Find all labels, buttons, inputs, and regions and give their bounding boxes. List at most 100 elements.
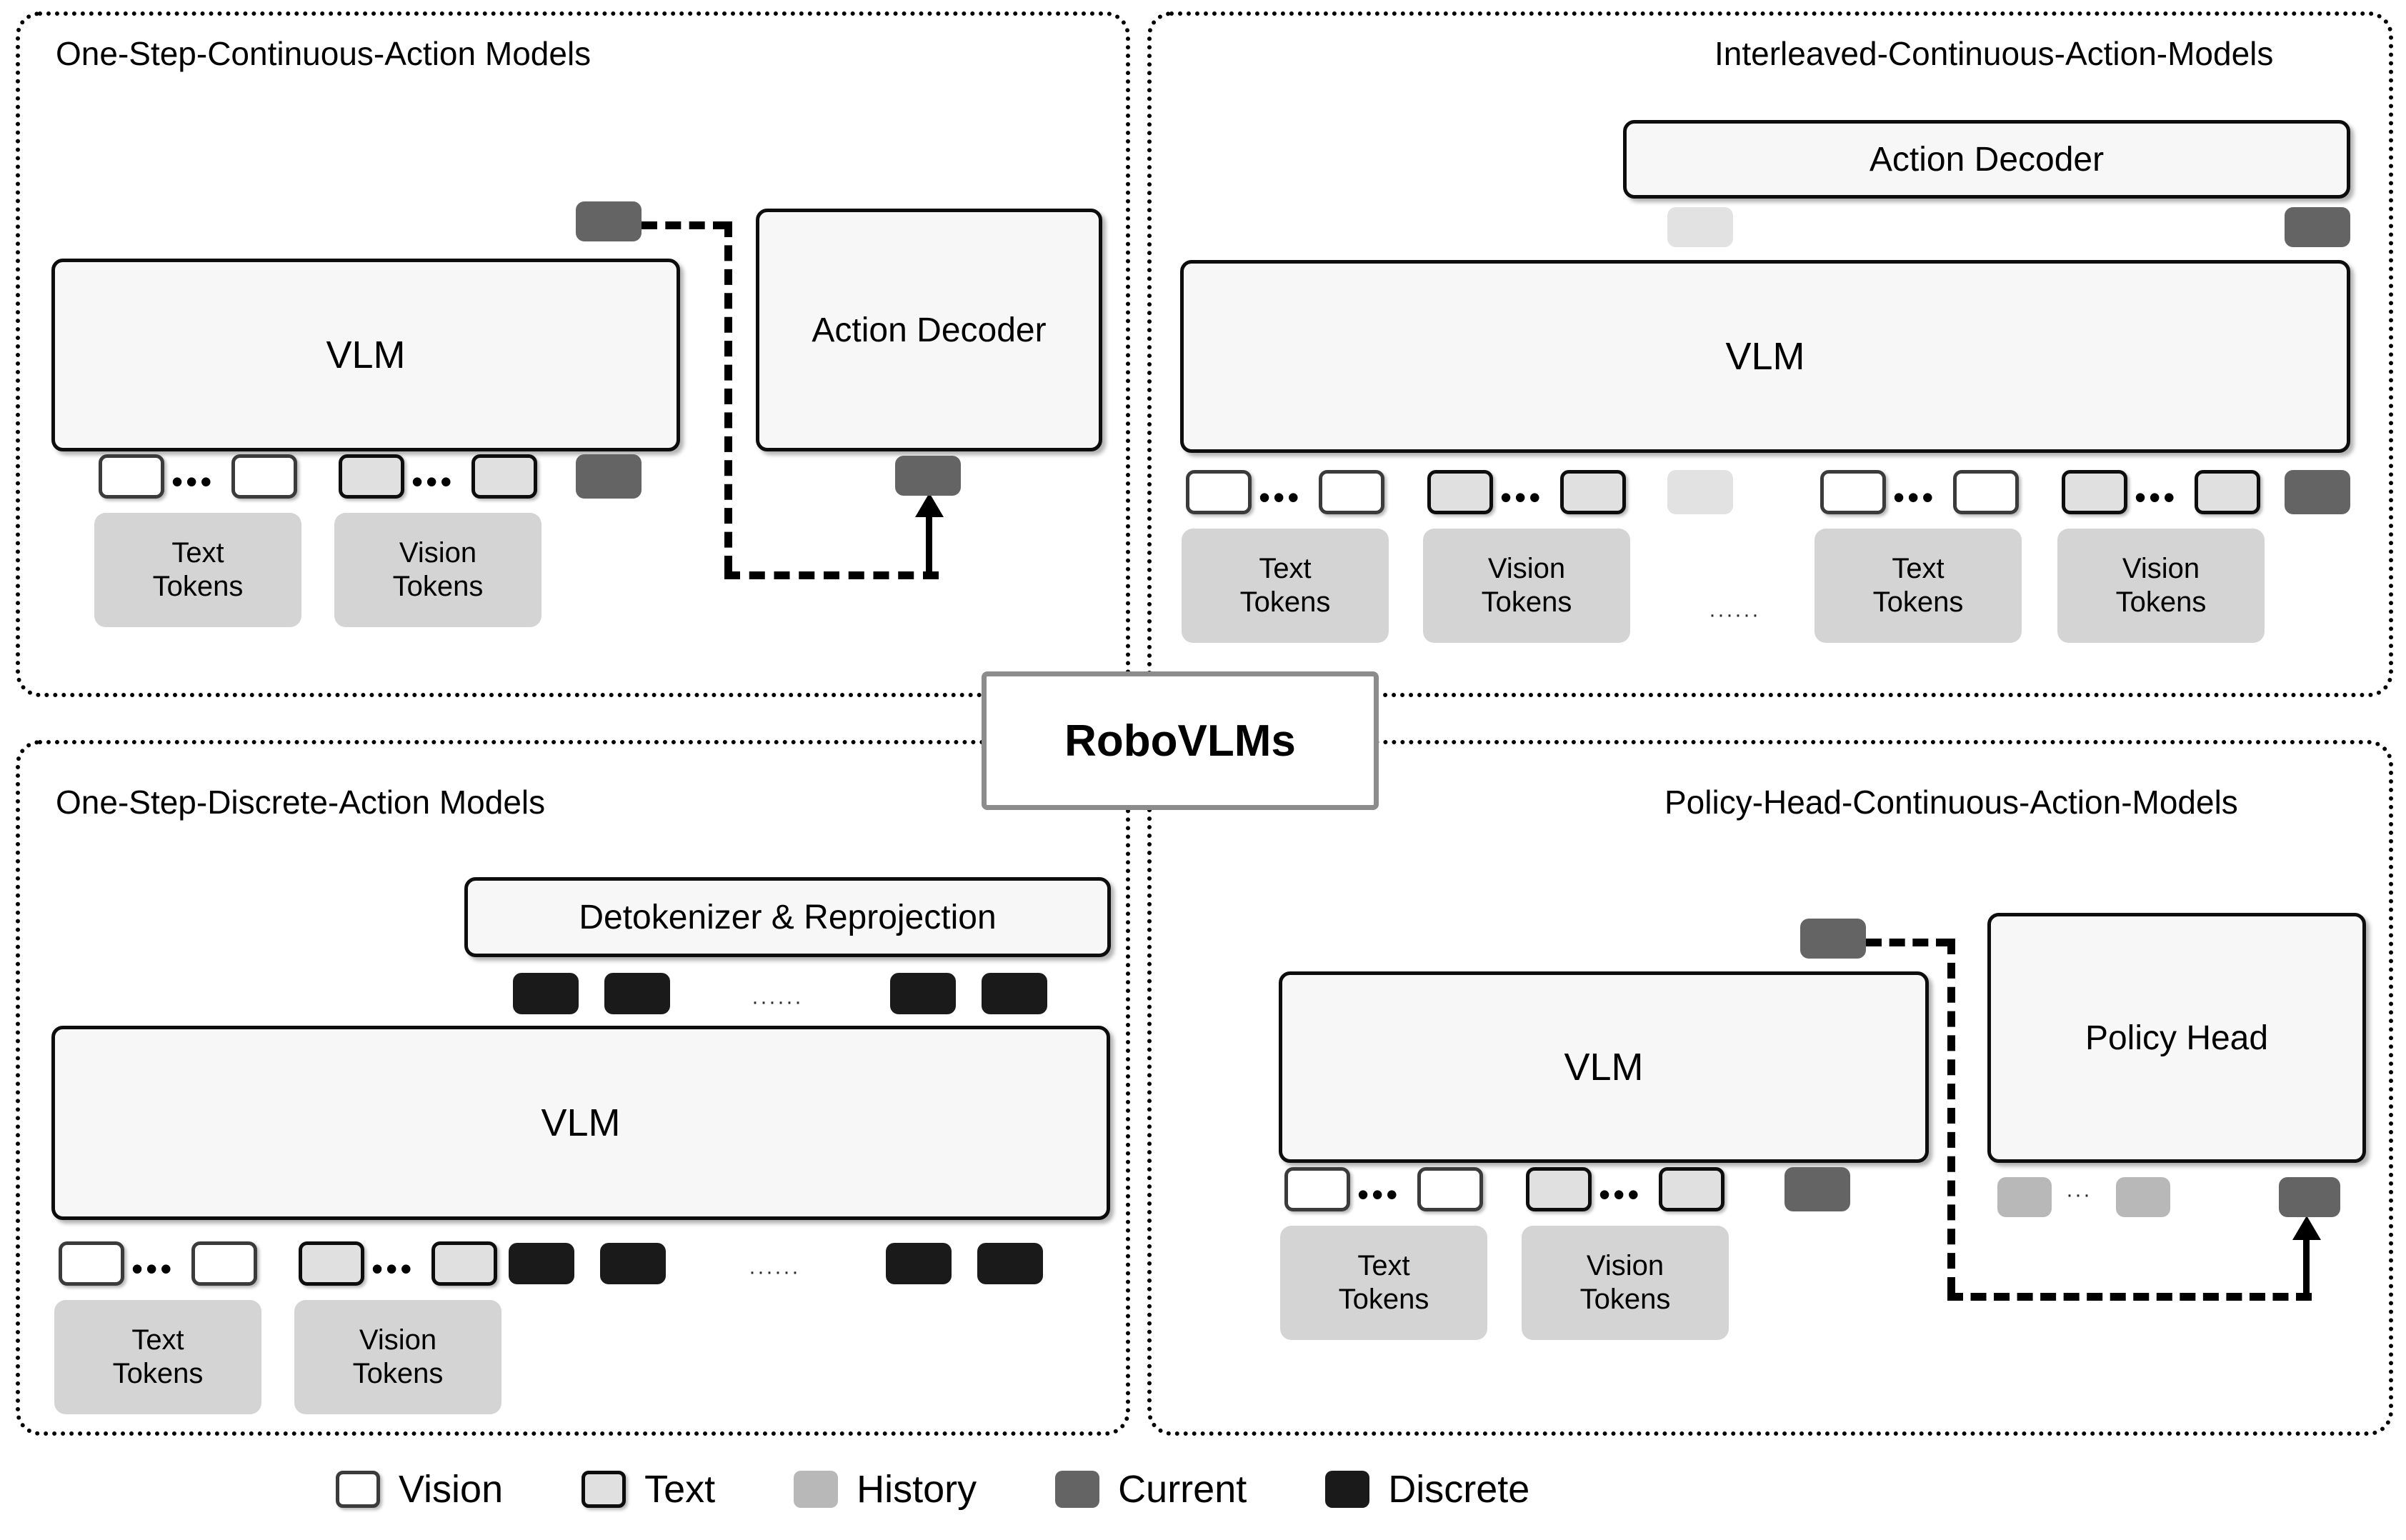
token-ellipsis-vision-bottom-right: ••• bbox=[1357, 1176, 1401, 1213]
token-text-1-top-left bbox=[339, 454, 404, 499]
arrow-decoder-output bbox=[915, 493, 944, 517]
plate-text-tokens-top-left: Text Tokens bbox=[94, 513, 301, 627]
vlm-box-top-left: VLM bbox=[51, 259, 680, 451]
token-current-policy-head bbox=[2279, 1177, 2340, 1217]
action-decoder-box-top-left: Action Decoder bbox=[756, 209, 1102, 451]
token-discrete-in-1-bottom-left bbox=[509, 1243, 574, 1284]
plate-line-1: Text bbox=[171, 536, 224, 569]
legend-label-current: Current bbox=[1118, 1468, 1247, 1511]
token-vision-2-bottom-right bbox=[1417, 1167, 1483, 1211]
legend-label-history: History bbox=[857, 1468, 977, 1511]
plate-line-2: Tokens bbox=[352, 1358, 444, 1389]
token-ellipsis-a-top-right: ••• bbox=[1259, 479, 1302, 516]
token-history-step-top-right bbox=[1667, 470, 1733, 514]
plate-text-tokens-1-top-right: Text Tokens bbox=[1182, 529, 1389, 643]
legend-item-text: Text bbox=[581, 1470, 794, 1509]
token-current-input-bottom-right bbox=[1784, 1167, 1850, 1211]
arrow-stem-decoder-output bbox=[926, 511, 932, 573]
plate-line-2: Tokens bbox=[1579, 1284, 1671, 1315]
vlm-box-bottom-right: VLM bbox=[1279, 971, 1929, 1163]
plate-text-tokens-bottom-right: Text Tokens bbox=[1280, 1226, 1487, 1340]
token-text-3-top-right bbox=[2062, 470, 2127, 514]
plate-line-1: Vision bbox=[359, 1324, 437, 1356]
token-discrete-in-4-bottom-left bbox=[977, 1243, 1043, 1284]
plate-line-2: Tokens bbox=[1338, 1284, 1429, 1315]
legend-label-text: Text bbox=[644, 1468, 716, 1511]
token-ellipsis-text-bottom-right: ••• bbox=[1599, 1176, 1642, 1213]
legend-label-discrete: Discrete bbox=[1388, 1468, 1530, 1511]
action-decoder-label: Action Decoder bbox=[812, 311, 1047, 349]
action-decoder-box-top-right: Action Decoder bbox=[1623, 120, 2350, 199]
token-ellipsis-c-top-right: ••• bbox=[1893, 479, 1937, 516]
plate-line-2: Tokens bbox=[1872, 586, 1964, 618]
vlm-label: VLM bbox=[1725, 335, 1805, 378]
token-vision-1-bottom-right bbox=[1284, 1167, 1350, 1211]
quadrant-title-policy-head-continuous: Policy-Head-Continuous-Action-Models bbox=[1664, 784, 2238, 821]
plate-text-tokens-2-top-right: Text Tokens bbox=[1815, 529, 2022, 643]
token-text-1-bottom-right bbox=[1526, 1167, 1592, 1211]
wire-policy-feed-vertical bbox=[1947, 939, 1955, 1293]
plate-line-1: Vision bbox=[1487, 552, 1566, 584]
token-text-2-bottom-left bbox=[431, 1241, 497, 1286]
plate-vision-tokens-2-top-right: Vision Tokens bbox=[2057, 529, 2265, 643]
robovlms-label: RoboVLMs bbox=[1064, 716, 1296, 766]
plate-line-2: Tokens bbox=[392, 571, 484, 602]
token-current-input-top-left bbox=[576, 454, 642, 499]
legend-item-current: Current bbox=[1055, 1470, 1325, 1509]
token-text-4-top-right bbox=[2195, 470, 2260, 514]
token-ellipsis-b-top-right: ••• bbox=[1500, 479, 1544, 516]
plate-line-1: Text bbox=[131, 1324, 184, 1356]
token-ellipsis-vision-top-left: ••• bbox=[171, 463, 215, 500]
detokenizer-label: Detokenizer & Reprojection bbox=[579, 898, 997, 936]
vlm-label: VLM bbox=[541, 1101, 621, 1144]
plate-line-2: Tokens bbox=[1481, 586, 1572, 618]
action-decoder-label: Action Decoder bbox=[1869, 140, 2105, 179]
plate-vision-tokens-top-left: Vision Tokens bbox=[334, 513, 541, 627]
token-discrete-out-3-bottom-left bbox=[890, 973, 956, 1014]
vlm-label: VLM bbox=[326, 334, 406, 376]
wire-decoder-feed-bottom bbox=[724, 571, 939, 579]
token-text-2-bottom-right bbox=[1659, 1167, 1724, 1211]
token-history-decoder-input-top-right bbox=[1667, 207, 1733, 247]
wire-policy-feed-top bbox=[1866, 939, 1952, 946]
policy-head-box-bottom-right: Policy Head bbox=[1987, 913, 2366, 1163]
legend: Vision Text History Current Discrete bbox=[336, 1470, 1529, 1509]
token-vision-1-top-right bbox=[1186, 470, 1252, 514]
token-current-decoder-output-top-left bbox=[895, 456, 961, 496]
token-vision-4-top-right bbox=[1953, 470, 2019, 514]
diagram-canvas: One-Step-Continuous-Action Models VLM Ac… bbox=[0, 0, 2406, 1540]
token-discrete-out-2-bottom-left bbox=[604, 973, 670, 1014]
wire-decoder-feed-top bbox=[642, 221, 729, 229]
plate-vision-tokens-1-top-right: Vision Tokens bbox=[1423, 529, 1630, 643]
plate-line-2: Tokens bbox=[1239, 586, 1331, 618]
quadrant-title-one-step-discrete: One-Step-Discrete-Action Models bbox=[56, 784, 546, 821]
token-discrete-out-1-bottom-left bbox=[513, 973, 579, 1014]
plate-line-2: Tokens bbox=[152, 571, 244, 602]
discrete-swatch-icon bbox=[1325, 1471, 1370, 1508]
legend-item-discrete: Discrete bbox=[1325, 1470, 1529, 1509]
sequence-ellipsis-top-right: ······ bbox=[1709, 603, 1760, 626]
token-discrete-in-2-bottom-left bbox=[600, 1243, 666, 1284]
token-vision-2-top-left bbox=[231, 454, 297, 499]
token-discrete-out-4-bottom-left bbox=[982, 973, 1047, 1014]
discrete-input-ellipsis-bottom-left: ······ bbox=[749, 1260, 800, 1284]
token-vision-2-bottom-left bbox=[191, 1241, 257, 1286]
plate-vision-tokens-bottom-left: Vision Tokens bbox=[294, 1300, 501, 1414]
token-discrete-in-3-bottom-left bbox=[886, 1243, 952, 1284]
plate-vision-tokens-bottom-right: Vision Tokens bbox=[1522, 1226, 1729, 1340]
wire-decoder-feed-vertical bbox=[724, 221, 732, 571]
plate-line-1: Text bbox=[1892, 552, 1945, 584]
vision-swatch-icon bbox=[336, 1471, 380, 1508]
discrete-output-ellipsis-bottom-left: ······ bbox=[752, 990, 803, 1014]
legend-item-history: History bbox=[794, 1470, 1055, 1509]
plate-line-2: Tokens bbox=[2115, 586, 2207, 618]
plate-text-tokens-bottom-left: Text Tokens bbox=[54, 1300, 261, 1414]
current-swatch-icon bbox=[1055, 1471, 1100, 1508]
token-history-1-policy-head bbox=[1997, 1177, 2052, 1217]
token-text-1-bottom-left bbox=[299, 1241, 364, 1286]
plate-line-1: Text bbox=[1357, 1249, 1410, 1281]
legend-item-vision: Vision bbox=[336, 1470, 581, 1509]
quadrant-title-interleaved-continuous: Interleaved-Continuous-Action-Models bbox=[1714, 35, 2274, 72]
token-history-2-policy-head bbox=[2116, 1177, 2170, 1217]
plate-line-1: Vision bbox=[399, 536, 477, 569]
